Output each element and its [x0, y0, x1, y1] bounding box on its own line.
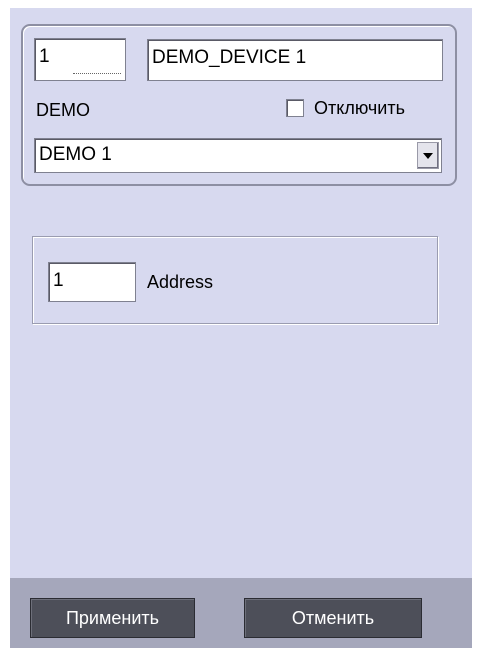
device-model-value: DEMO 1	[39, 144, 112, 165]
device-settings-window: 1 DEMO_DEVICE 1 DEMO Отключить DEMO 1 1 …	[10, 8, 472, 648]
dropdown-button[interactable]	[417, 142, 439, 169]
cancel-button[interactable]: Отменить	[244, 598, 422, 638]
apply-button-label: Применить	[65, 607, 159, 628]
device-id-field[interactable]: 1	[34, 38, 126, 81]
focus-dots	[73, 73, 121, 74]
device-name-field[interactable]: DEMO_DEVICE 1	[147, 39, 443, 81]
device-model-select[interactable]: DEMO 1	[34, 138, 442, 173]
apply-button[interactable]: Применить	[30, 598, 195, 638]
address-label: Address	[147, 272, 214, 292]
disable-checkbox-label[interactable]: Отключить	[314, 98, 405, 119]
device-name-value: DEMO_DEVICE 1	[152, 47, 307, 68]
disable-checkbox[interactable]	[286, 99, 304, 117]
device-id-value: 1	[39, 46, 50, 67]
disable-checkbox-control[interactable]: Отключить	[286, 96, 405, 120]
address-input[interactable]: 1	[48, 262, 136, 302]
cancel-button-label: Отменить	[291, 607, 375, 628]
chevron-down-icon	[423, 152, 433, 159]
device-type-label: DEMO	[36, 100, 90, 120]
address-value: 1	[53, 270, 64, 291]
